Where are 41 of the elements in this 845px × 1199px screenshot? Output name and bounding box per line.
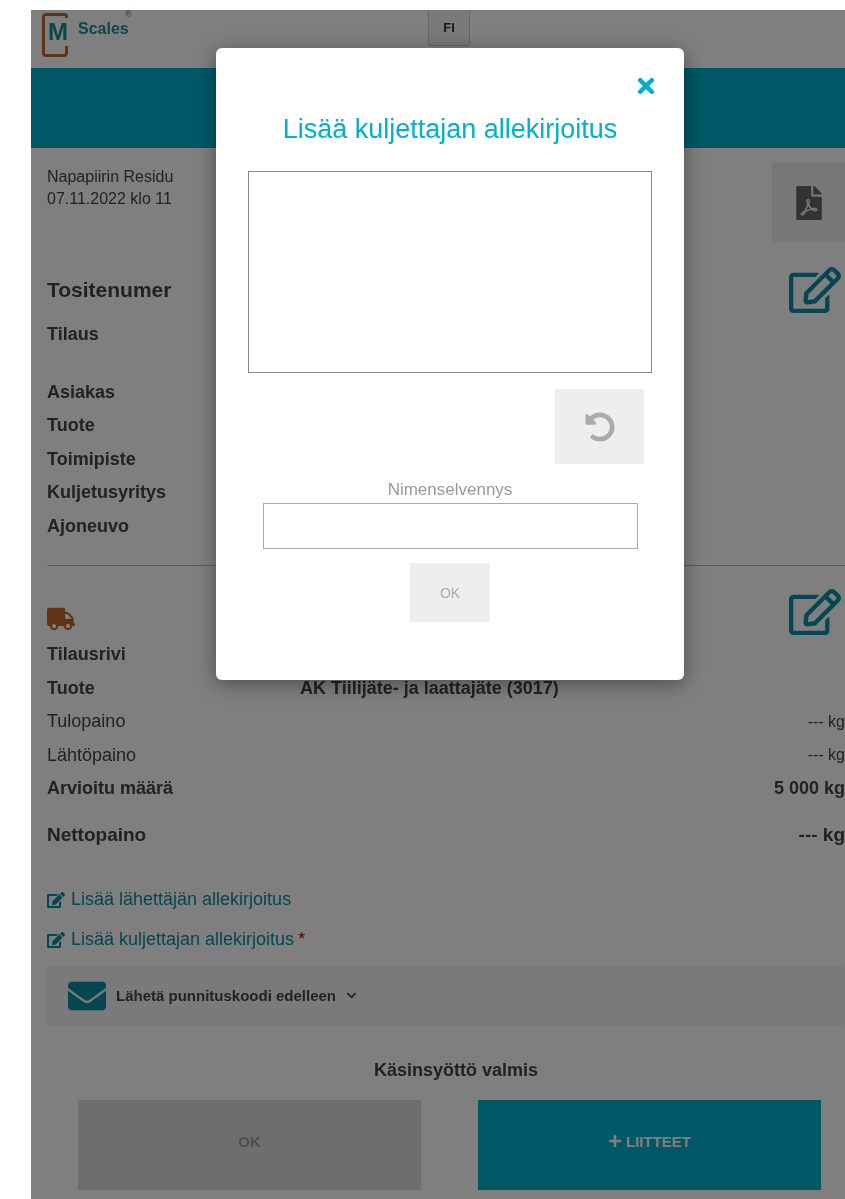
send-code-button[interactable]: Lähetä punnituskoodi edelleen [68, 976, 358, 1015]
field-value: --- kg [798, 823, 845, 846]
document-info: Napapiirin Residu [47, 167, 174, 187]
section-heading: Tositenumer [47, 278, 172, 302]
field-label: Tuote [47, 677, 96, 699]
attachments-button[interactable]: LIITTEET [478, 1099, 821, 1190]
dialog-title: Lisää kuljettajan allekirjoitus [282, 114, 618, 145]
field-value: 5 000 kg [773, 778, 845, 800]
edit-icon [47, 890, 65, 909]
field-label: Kuljetusyritys [47, 481, 167, 505]
pdf-button[interactable] [772, 163, 845, 242]
signature-link[interactable]: Lisää kuljettajan allekirjoitus [47, 929, 295, 950]
field-label: Toimipiste [47, 447, 136, 471]
field-label: Nettopaino [47, 823, 148, 846]
field-value: --- kg [807, 746, 845, 765]
signature-link[interactable]: Lisää lähettäjän allekirjoitus [47, 889, 292, 910]
logo: M Scales ® [42, 10, 142, 60]
chevron-icon [346, 990, 358, 1001]
field-label: Asiakas [47, 380, 116, 404]
field-label: Nimenselvennys [387, 480, 513, 500]
document-info: 07.11.2022 klo 11 [47, 189, 173, 209]
name-field[interactable] [262, 503, 638, 549]
reset-button[interactable] [555, 389, 644, 464]
language-button[interactable]: FI [428, 10, 470, 46]
field-label: Tilaus [47, 323, 99, 347]
field-label: Tulopaino [47, 711, 127, 733]
edit-icon [47, 930, 65, 949]
field-value: AK Tiilijäte- ja laattajäte (3017) [300, 677, 559, 699]
required-mark: * [298, 929, 306, 950]
field-label: Lähtöpaino [47, 744, 138, 766]
field-label: Tuote [47, 414, 95, 438]
field-label: Ajoneuvo [47, 514, 129, 538]
edit-button[interactable] [789, 264, 841, 316]
plus-icon [608, 1134, 622, 1148]
field-value: --- kg [807, 712, 845, 731]
field-label: Tilausrivi [47, 644, 127, 666]
reset-icon [584, 411, 615, 442]
field-label: Arvioitu määrä [47, 778, 175, 800]
edit-button[interactable] [789, 586, 841, 638]
section-title: Käsinsyöttö valmis [372, 1059, 540, 1082]
truck-icon [47, 605, 75, 633]
